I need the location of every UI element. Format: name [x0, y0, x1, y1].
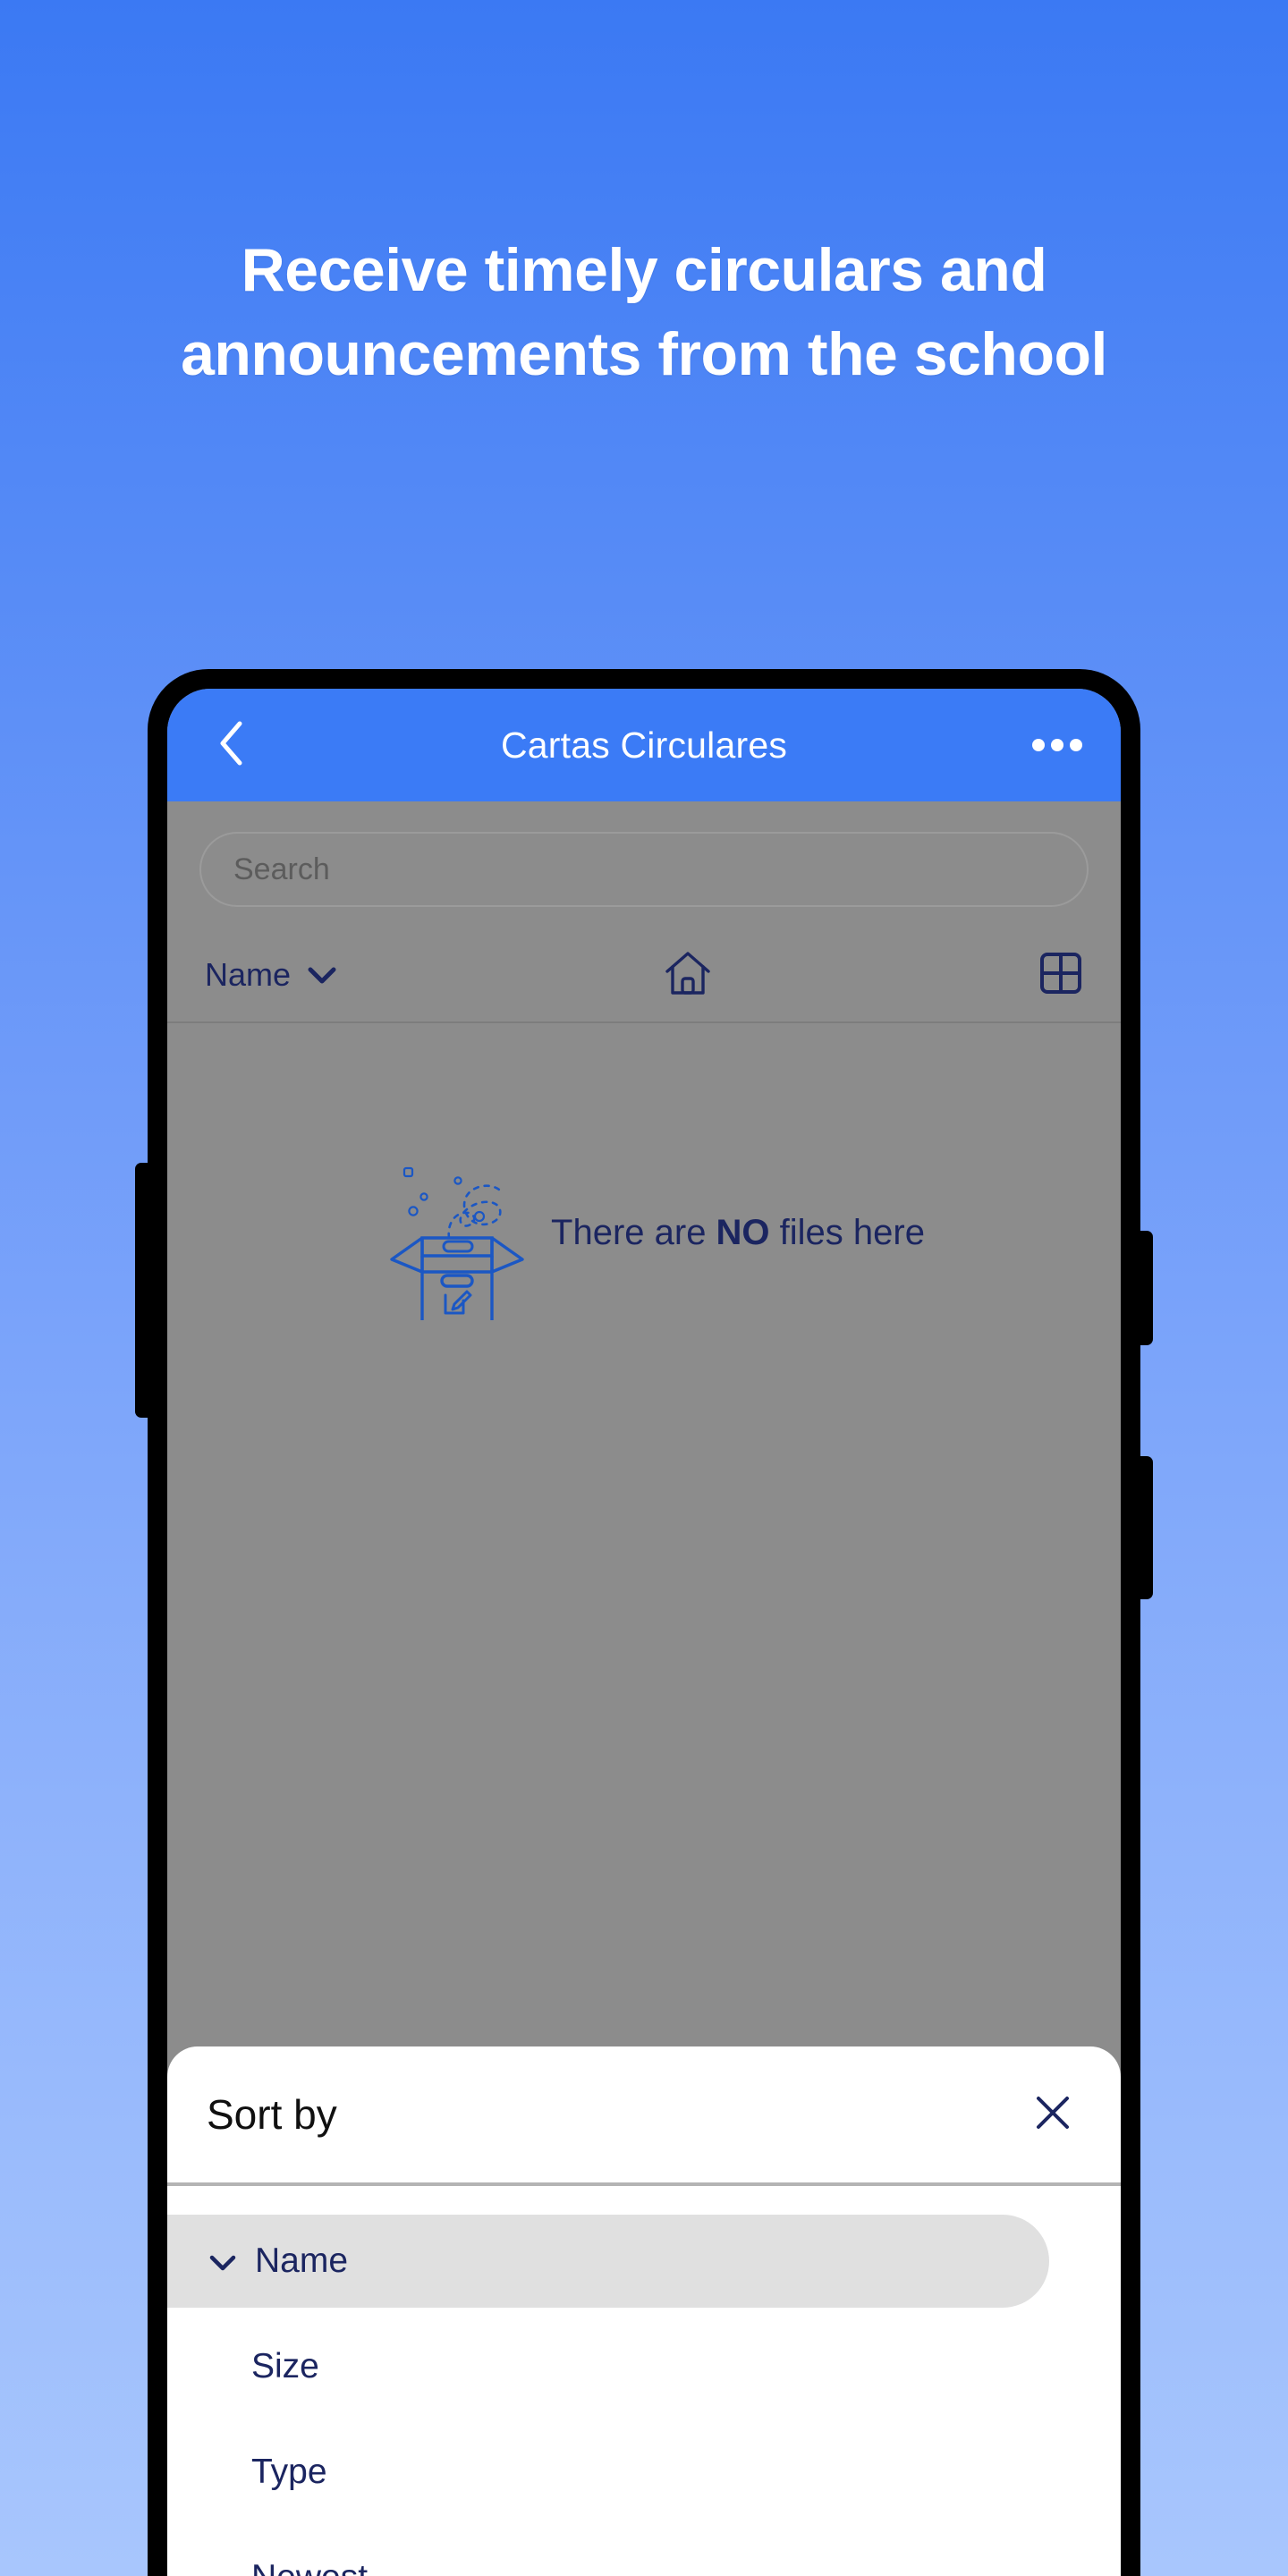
- empty-state-text: There are NO files here: [551, 1213, 925, 1253]
- empty-text-after: files here: [769, 1213, 925, 1252]
- back-button[interactable]: [201, 716, 260, 775]
- sort-option-label: Name: [255, 2241, 349, 2280]
- empty-text-before: There are: [551, 1213, 716, 1252]
- sort-button-label: Name: [205, 956, 292, 993]
- sort-button[interactable]: Name: [205, 956, 337, 994]
- more-horizontal-icon: [1032, 739, 1082, 751]
- close-icon: [1031, 2091, 1074, 2139]
- sort-option-type[interactable]: Type: [167, 2426, 1121, 2519]
- sort-options-list: Name Size Type Newest: [167, 2186, 1121, 2576]
- chevron-left-icon: [216, 719, 246, 772]
- grid-view-icon: [1038, 951, 1083, 1000]
- search-input[interactable]: [199, 832, 1089, 907]
- promo-screenshot: Receive timely circulars and announcemen…: [0, 0, 1288, 2576]
- app-bar-title: Cartas Circulares: [500, 724, 788, 766]
- device-screen: Cartas Circulares Name: [167, 689, 1121, 2576]
- sort-bottom-sheet: Sort by Name Size Type: [167, 2046, 1121, 2576]
- sort-option-size[interactable]: Size: [167, 2320, 1121, 2413]
- home-icon: [663, 948, 713, 1003]
- home-button[interactable]: [663, 948, 713, 1003]
- device-volume-button[interactable]: [1139, 1231, 1153, 1345]
- sort-option-label: Size: [251, 2347, 319, 2385]
- chevron-down-icon: [208, 2241, 237, 2281]
- overflow-menu-button[interactable]: [1028, 716, 1087, 775]
- sort-option-name[interactable]: Name: [167, 2215, 1049, 2308]
- sort-sheet-title: Sort by: [207, 2091, 337, 2138]
- sort-option-label: Type: [251, 2453, 327, 2491]
- empty-state: There are NO files here: [167, 1141, 1121, 1325]
- sort-option-label: Newest: [208, 2558, 368, 2576]
- chevron-down-icon: [307, 956, 337, 994]
- app-bar: Cartas Circulares: [167, 689, 1121, 801]
- grid-view-button[interactable]: [1038, 951, 1083, 1000]
- phone-mockup: Cartas Circulares Name: [135, 669, 1153, 2576]
- device-power-button[interactable]: [1139, 1456, 1153, 1599]
- file-toolbar: Name: [167, 928, 1121, 1023]
- device-left-button[interactable]: [135, 1163, 149, 1418]
- page-title: Receive timely circulars and announcemen…: [181, 236, 1107, 388]
- sort-option-newest[interactable]: Newest: [167, 2531, 1121, 2576]
- close-button[interactable]: [1024, 2086, 1081, 2143]
- empty-text-emphasis: NO: [716, 1213, 770, 1252]
- sort-sheet-header: Sort by: [167, 2046, 1121, 2182]
- search-bar: [167, 801, 1121, 907]
- open-box-icon: [385, 1141, 546, 1325]
